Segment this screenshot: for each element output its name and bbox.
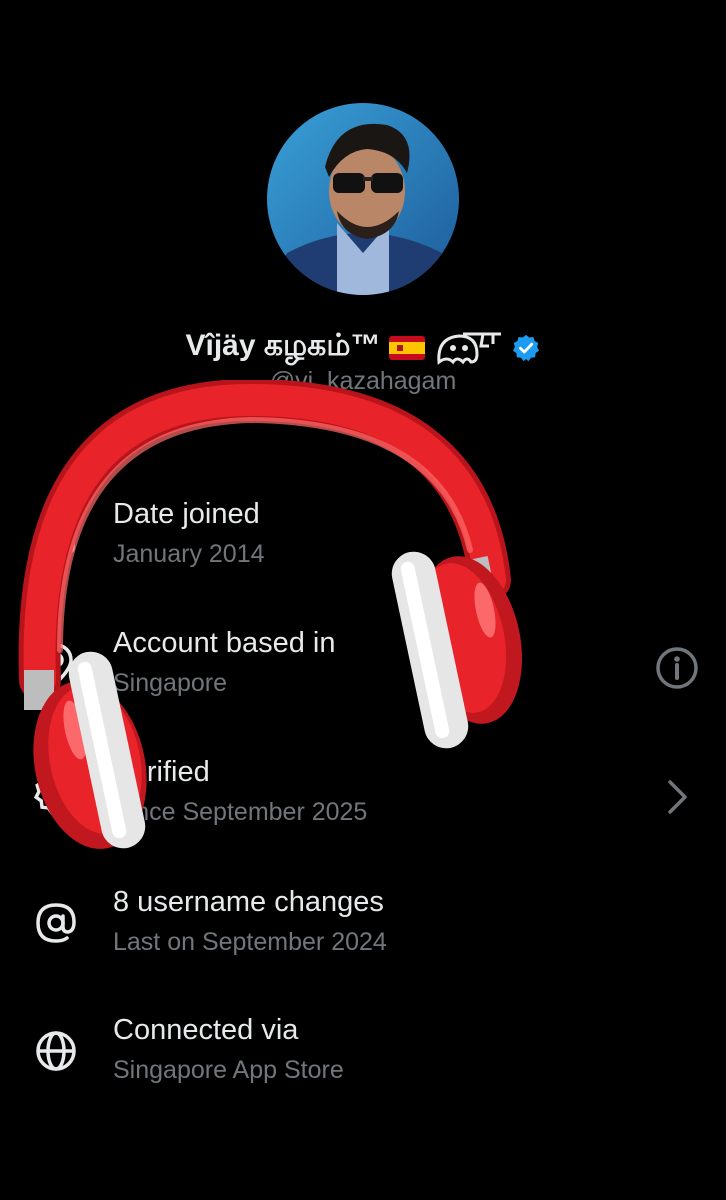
- chevron-right-icon[interactable]: [654, 774, 700, 820]
- row-subtitle: Singapore App Store: [113, 1056, 344, 1084]
- info-row-connected-via: Connected via Singapore App Store: [0, 1014, 726, 1104]
- verified-outline-icon: [33, 770, 79, 816]
- ghost-emoji-icon: [433, 328, 503, 368]
- info-row-username-changes: 8 username changes Last on September 202…: [0, 886, 726, 976]
- info-icon[interactable]: [654, 645, 700, 691]
- avatar[interactable]: [267, 103, 459, 295]
- display-name: Vîjäy கழகம்™: [185, 329, 381, 362]
- row-title: Date joined: [113, 498, 260, 530]
- row-title: Account based in: [113, 627, 336, 659]
- profile-photo-icon: [267, 103, 459, 295]
- location-icon: [33, 641, 79, 687]
- row-subtitle: Last on September 2024: [113, 928, 387, 956]
- calendar-icon: [33, 512, 79, 558]
- info-row-verified[interactable]: Verified Since September 2025: [0, 756, 726, 846]
- globe-icon: [33, 1028, 79, 1074]
- row-subtitle: Since September 2025: [113, 798, 368, 826]
- row-subtitle: Singapore: [113, 669, 227, 697]
- row-title: Verified: [113, 756, 210, 788]
- info-row-account-based-in: Account based in Singapore: [0, 627, 726, 717]
- row-title: Connected via: [113, 1014, 299, 1046]
- spain-flag-icon: [388, 336, 425, 360]
- row-subtitle: January 2014: [113, 540, 265, 568]
- verified-badge-icon: [511, 333, 541, 363]
- at-icon: [33, 900, 79, 946]
- info-row-date-joined: Date joined January 2014: [0, 498, 726, 588]
- row-title: 8 username changes: [113, 886, 384, 918]
- display-name-row: Vîjäy கழகம்™: [0, 326, 726, 370]
- username-handle: @vj_kazahagam: [269, 367, 457, 395]
